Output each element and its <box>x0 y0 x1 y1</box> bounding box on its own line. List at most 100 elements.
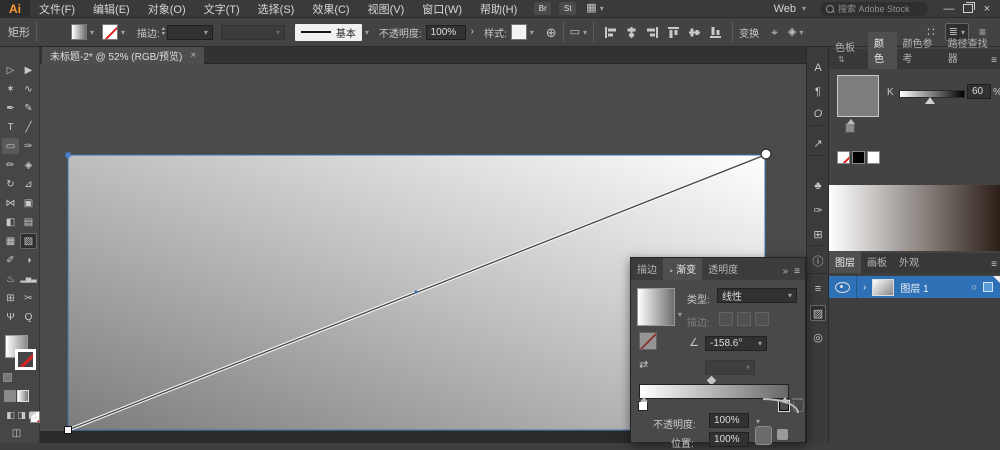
brushes-panel-icon[interactable]: ✑ <box>810 202 826 218</box>
white-swatch[interactable] <box>867 151 880 164</box>
rectangle-tool[interactable]: ▭ <box>2 138 19 154</box>
paintbrush-tool[interactable]: ✑ <box>20 138 37 154</box>
close-button[interactable]: × <box>978 3 996 15</box>
shape-options-icon[interactable]: ▭ ▾ <box>570 26 587 38</box>
shaper-tool[interactable]: ◈ <box>20 157 37 173</box>
stroke-color-swatch[interactable] <box>102 24 119 40</box>
menu-object[interactable]: 对象(O) <box>139 1 195 17</box>
none-color-swatch[interactable] <box>837 151 850 164</box>
gradient-end-handle[interactable] <box>760 148 772 160</box>
draw-inside-mode-icon[interactable]: ◩ <box>24 407 41 423</box>
free-transform-tool[interactable]: ▣ <box>20 195 37 211</box>
symbol-sprayer-tool[interactable]: ♨ <box>2 271 19 287</box>
tab-swatches[interactable]: 色板 ⇅ <box>829 36 868 69</box>
current-color-swatch[interactable] <box>837 75 879 117</box>
gradient-start-stop-handle[interactable] <box>64 426 72 434</box>
align-v-center-icon[interactable] <box>688 26 701 39</box>
tab-layers[interactable]: 图层 <box>829 251 861 273</box>
magic-wand-tool[interactable]: ✶ <box>2 81 19 97</box>
stop-color-button[interactable] <box>755 426 772 445</box>
bridge-button[interactable]: Br <box>534 2 552 15</box>
fill-color-swatch[interactable] <box>71 24 87 40</box>
paragraph-panel-icon[interactable]: ¶ <box>810 84 826 100</box>
stroke-weight-stepper[interactable]: ▴ ▾ <box>162 26 165 37</box>
workspace-switcher[interactable]: Web ▾ <box>774 3 806 15</box>
selection-color-box[interactable] <box>983 282 993 292</box>
gradient-slider-bar[interactable] <box>639 384 789 399</box>
mesh-tool[interactable]: ▦ <box>2 233 19 249</box>
align-options-icon[interactable]: ◈ ▾ <box>788 26 803 38</box>
k-value-input[interactable]: 60 <box>967 84 991 99</box>
width-tool[interactable]: ⋈ <box>2 195 19 211</box>
opacity-more-button[interactable]: › <box>471 27 474 37</box>
libraries-panel-icon[interactable]: ⊞ <box>810 226 826 242</box>
gradient-tool[interactable]: ▨ <box>20 233 37 249</box>
menu-file[interactable]: 文件(F) <box>30 1 84 17</box>
shape-builder-tool[interactable]: ◧ <box>2 214 19 230</box>
align-right-icon[interactable] <box>646 26 659 39</box>
tab-gradient[interactable]: ∘ 渐变 <box>663 258 703 280</box>
tab-artboards[interactable]: 画板 <box>861 251 893 273</box>
tab-close-icon[interactable]: × <box>190 50 196 61</box>
selection-tool[interactable]: ▷ <box>2 62 19 78</box>
tab-stroke[interactable]: 描边 <box>631 258 663 280</box>
stroke-indicator[interactable] <box>15 349 36 370</box>
stock-button[interactable]: St <box>559 2 577 15</box>
tab-appearance[interactable]: 外观 <box>893 251 925 273</box>
default-fill-stroke-icon[interactable] <box>3 373 12 382</box>
eyedropper-tool[interactable]: ✐ <box>2 252 19 268</box>
visibility-eye-icon[interactable] <box>835 281 850 293</box>
stop-position-select[interactable]: 100% <box>709 432 749 447</box>
expand-chevron-icon[interactable]: › <box>863 282 866 293</box>
gradient-stroke-swatch[interactable] <box>639 332 657 350</box>
hand-tool[interactable]: Ψ <box>2 309 19 325</box>
stroke-across-button[interactable] <box>755 312 769 326</box>
menu-effect[interactable]: 效果(C) <box>303 1 358 17</box>
chevron-down-icon[interactable]: ▾ <box>121 28 125 37</box>
gradient-stop-start[interactable] <box>638 397 648 411</box>
pencil-tool[interactable]: ✏ <box>2 157 19 173</box>
curvature-tool[interactable]: ✎ <box>20 100 37 116</box>
search-input[interactable]: 搜索 Adobe Stock <box>820 1 928 16</box>
perspective-grid-tool[interactable]: ▤ <box>20 214 37 230</box>
symbols-panel-icon[interactable]: ♣ <box>810 178 826 194</box>
document-tab[interactable]: 未标题-2* @ 52% (RGB/预览) × <box>42 47 205 64</box>
panel-overflow-icon[interactable]: » <box>783 266 789 280</box>
rotate-tool[interactable]: ↻ <box>2 176 19 192</box>
type-tool[interactable]: T <box>2 119 19 135</box>
transparency-panel-icon[interactable]: ◎ <box>810 329 826 345</box>
align-bottom-icon[interactable] <box>709 26 722 39</box>
restore-button[interactable] <box>963 2 975 13</box>
align-top-icon[interactable] <box>667 26 680 39</box>
layer-name[interactable]: 图层 1 <box>900 280 928 295</box>
gradient-panel-icon[interactable]: ▨ <box>810 305 826 321</box>
menu-select[interactable]: 选择(S) <box>249 1 304 17</box>
stroke-weight-select[interactable]: ▾ <box>166 24 213 40</box>
arrange-documents-icon[interactable]: ▦ ▾ <box>586 3 603 14</box>
pen-tool[interactable]: ✒ <box>2 100 19 116</box>
screen-mode-icon[interactable]: ◫ <box>8 425 25 441</box>
scale-tool[interactable]: ⊿ <box>20 176 37 192</box>
tab-color-guide[interactable]: 颜色参考 <box>897 32 942 69</box>
opacity-input[interactable]: 100% <box>425 24 466 40</box>
gradient-mode-button[interactable] <box>17 390 29 402</box>
zoom-tool[interactable]: Q <box>20 309 37 325</box>
layer-thumbnail[interactable] <box>872 278 895 296</box>
align-h-center-icon[interactable] <box>625 26 638 39</box>
chevron-down-icon[interactable]: ▾ <box>530 28 534 37</box>
gradient-fill-swatch[interactable] <box>637 288 675 326</box>
chevron-down-icon[interactable]: ▾ <box>90 28 94 37</box>
info-panel-icon[interactable]: ⓘ <box>810 253 826 269</box>
gradient-panel-menu-icon[interactable]: ≡ <box>794 267 800 277</box>
reverse-gradient-icon[interactable]: ⇄ <box>639 360 648 371</box>
style-swatch[interactable] <box>510 24 527 40</box>
blend-tool[interactable]: ◑ <box>20 252 37 268</box>
slice-tool[interactable]: ✂ <box>20 290 37 306</box>
tab-transparency[interactable]: 透明度 <box>702 258 744 280</box>
opentype-panel-icon[interactable]: O <box>810 106 826 122</box>
graph-tool[interactable]: ▂▅▃ <box>20 271 37 287</box>
menu-view[interactable]: 视图(V) <box>359 1 414 17</box>
globe-icon[interactable]: ⊕ <box>546 26 557 39</box>
menu-window[interactable]: 窗口(W) <box>413 1 471 17</box>
lasso-tool[interactable]: ∿ <box>20 81 37 97</box>
